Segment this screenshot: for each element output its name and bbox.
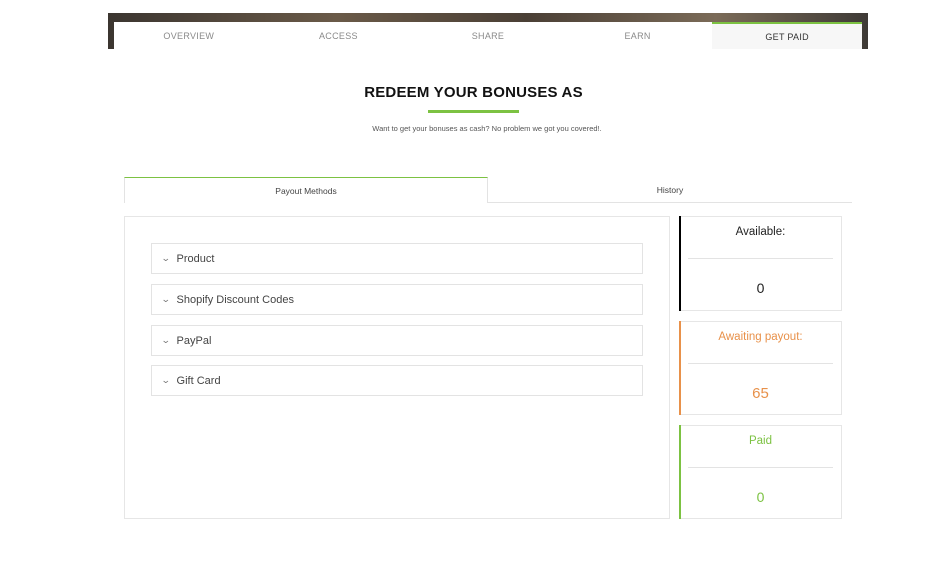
stat-awaiting-label: Awaiting payout: bbox=[718, 331, 803, 343]
top-nav: OVERVIEW ACCESS SHARE EARN GET PAID bbox=[114, 22, 862, 49]
chevron-down-icon: ⌄ bbox=[160, 335, 171, 345]
page-title: REDEEM YOUR BONUSES AS bbox=[364, 84, 583, 101]
page-subtitle: Want to get your bonuses as cash? No pro… bbox=[372, 124, 602, 133]
chevron-down-icon: ⌄ bbox=[160, 253, 171, 263]
tab-payout-methods[interactable]: Payout Methods bbox=[124, 177, 488, 203]
stat-divider bbox=[688, 258, 833, 259]
stat-paid-value: 0 bbox=[756, 489, 765, 505]
stat-available-value: 0 bbox=[756, 280, 765, 296]
title-underline bbox=[428, 110, 519, 113]
method-shopify-discount-codes[interactable]: ⌄ Shopify Discount Codes bbox=[151, 284, 643, 315]
chevron-down-icon: ⌄ bbox=[160, 375, 171, 385]
stat-available: Available: 0 bbox=[679, 216, 842, 311]
tab-history[interactable]: History bbox=[488, 177, 852, 203]
stat-available-label: Available: bbox=[735, 226, 786, 238]
method-label: Shopify Discount Codes bbox=[176, 293, 294, 306]
nav-tab-access[interactable]: ACCESS bbox=[264, 22, 414, 49]
nav-tab-get-paid[interactable]: GET PAID bbox=[712, 22, 862, 49]
method-label: Gift Card bbox=[176, 374, 221, 387]
method-paypal[interactable]: ⌄ PayPal bbox=[151, 325, 643, 356]
method-gift-card[interactable]: ⌄ Gift Card bbox=[151, 365, 643, 396]
payout-methods-panel: ⌄ Product ⌄ Shopify Discount Codes ⌄ Pay… bbox=[124, 216, 670, 519]
payout-tabs: Payout Methods History bbox=[124, 177, 852, 203]
stat-awaiting-value: 65 bbox=[752, 385, 769, 402]
method-label: Product bbox=[176, 252, 215, 265]
stat-awaiting-payout: Awaiting payout: 65 bbox=[679, 321, 842, 415]
stat-divider bbox=[688, 363, 833, 364]
stat-paid-label: Paid bbox=[748, 435, 773, 447]
chevron-down-icon: ⌄ bbox=[160, 294, 171, 304]
nav-tab-overview[interactable]: OVERVIEW bbox=[114, 22, 264, 49]
stat-paid: Paid 0 bbox=[679, 425, 842, 519]
stat-divider bbox=[688, 467, 833, 468]
nav-tab-earn[interactable]: EARN bbox=[563, 22, 713, 49]
nav-tab-share[interactable]: SHARE bbox=[413, 22, 563, 49]
method-product[interactable]: ⌄ Product bbox=[151, 243, 643, 274]
method-label: PayPal bbox=[176, 334, 212, 347]
